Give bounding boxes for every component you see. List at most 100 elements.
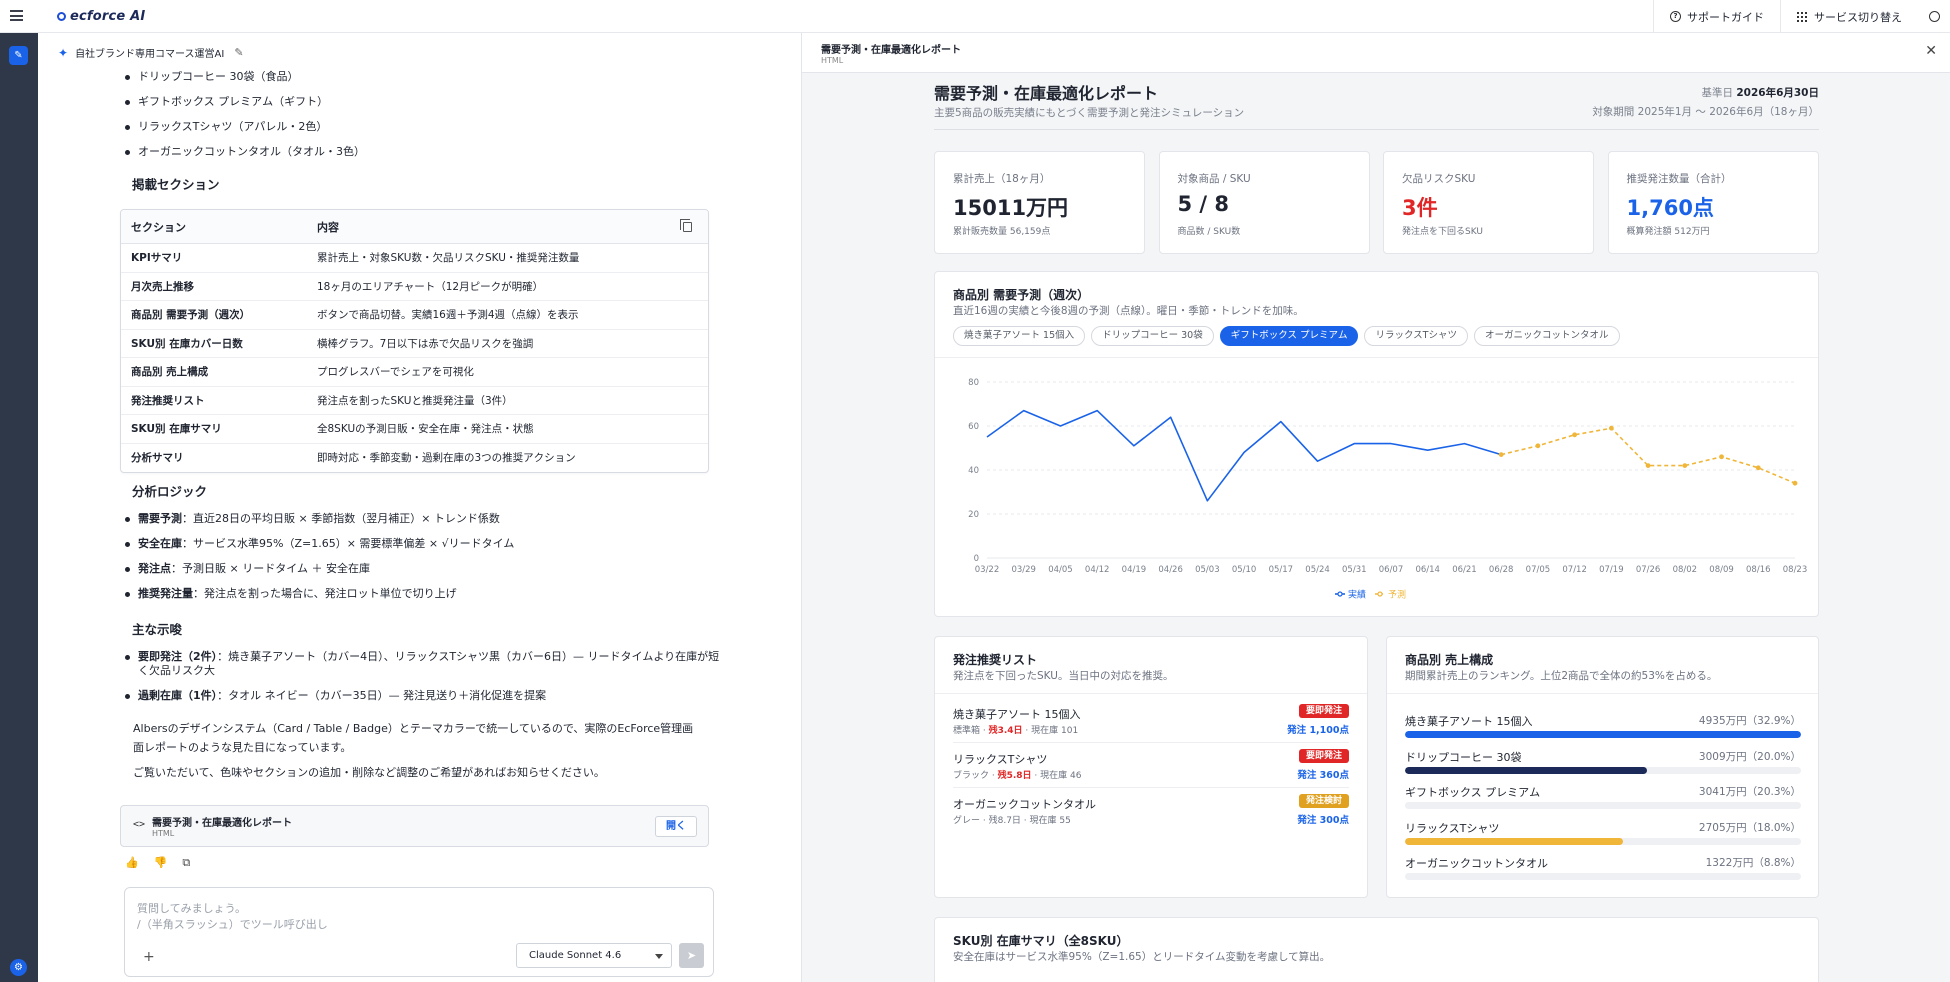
artifact-card[interactable]: <> 需要予測・在庫最適化レポート HTML 開く <box>120 805 709 847</box>
share-item-value: 4935万円（32.9%） <box>1698 715 1801 727</box>
tab-product[interactable]: ドリップコーヒー 30袋 <box>1091 326 1214 346</box>
x-tick-label: 04/19 <box>1122 565 1147 575</box>
x-tick-label: 06/28 <box>1489 565 1514 575</box>
share-item: オーガニックコットンタオル 1322万円（8.8%） <box>1405 855 1801 889</box>
share-item-value: 3009万円（20.0%） <box>1698 750 1801 763</box>
list-item-text: ：タオル ネイビー（カバー35日）— 発注見送り＋消化促進を提案 <box>217 689 547 702</box>
reorder-item-meta: グレー · 残8.7日 · 現在庫 55 <box>953 813 1071 826</box>
list-item-key: 発注点 <box>138 562 171 575</box>
table-row: 分析サマリ 即時対応・季節変動・過剰在庫の3つの推奨アクション <box>121 444 708 473</box>
legend-label: 実績 <box>1348 589 1366 601</box>
table-row: 商品別 需要予測（週次） ボタンで商品切替。実績16週＋予測4週（点線）を表示 <box>121 301 708 330</box>
cover-days: 残5.8日 <box>997 771 1032 781</box>
list-item-key: 過剰在庫（1件） <box>138 689 218 702</box>
edit-title-icon[interactable]: ✎ <box>234 46 243 59</box>
chat-input[interactable]: 質問してみましょう。 /（半角スラッシュ）でツール呼び出し + Claude So… <box>124 887 714 977</box>
reorder-qty: 発注 1,100点 <box>1287 725 1349 736</box>
sparkle-icon: ✦ <box>58 45 69 60</box>
thumbs-up-icon[interactable]: 👍 <box>125 856 139 870</box>
app-logo[interactable]: ecforce AI <box>57 9 145 24</box>
kpi-label: 推奨発注数量（合計） <box>1626 173 1732 185</box>
forecast-subtitle: 直近16週の実績と今後8週の予測（点線）。曜日・季節・トレンドを加味。 <box>953 305 1304 317</box>
cover-days: 残3.4日 <box>988 726 1023 736</box>
chat-pane: ✦ 自社ブランド専用コマース運営AI ✎ ドリップコーヒー 30袋（食品） ギフ… <box>38 33 835 982</box>
insights-heading: 主な示唆 <box>132 622 183 637</box>
share-item: ドリップコーヒー 30袋 3009万円（20.0%） <box>1405 749 1801 783</box>
placeholder-line: 質問してみましょう。 <box>137 902 247 915</box>
send-icon[interactable]: ➤ <box>679 943 704 968</box>
chat-message-bottom: 分析ロジック 需要予測：直近28日の平均日販 × 季節指数（翌月補正）× トレン… <box>120 481 720 782</box>
reorder-item-name: オーガニックコットンタオル <box>953 798 1096 811</box>
model-select[interactable]: Claude Sonnet 4.6 <box>516 943 672 968</box>
section-name: KPIサマリ <box>131 252 183 265</box>
x-tick-label: 05/10 <box>1232 565 1257 575</box>
report-subtitle: 主要5商品の販売実績にもとづく需要予測と発注シミュレーション <box>934 107 1245 119</box>
product-tabs: 焼き菓子アソート 15個入 ドリップコーヒー 30袋 ギフトボックス プレミアム リラ… <box>953 326 1620 346</box>
closing-paragraph: Albersのデザインシステム（Card / Table / Badge）とテー… <box>133 722 694 754</box>
share-item-value: 1322万円（8.8%） <box>1705 857 1801 869</box>
copy-message-icon[interactable]: ⧉ <box>182 856 190 870</box>
separator: · <box>1020 816 1030 826</box>
close-icon[interactable]: ✕ <box>1925 43 1937 59</box>
kpi-value: 1,760点 <box>1626 196 1714 220</box>
attach-plus-icon[interactable]: + <box>143 949 155 965</box>
table-header: セクション 内容 <box>121 210 708 244</box>
share-item-name: ドリップコーヒー 30袋 <box>1405 750 1522 764</box>
section-content: 発注点を割ったSKUと推奨発注量（3件） <box>317 394 513 407</box>
reorder-qty: 発注 300点 <box>1297 815 1349 826</box>
section-content: 全8SKUの予測日販・安全在庫・発注点・状態 <box>317 423 534 436</box>
data-point <box>1792 480 1798 486</box>
tab-product[interactable]: ギフトボックス プレミアム <box>1219 326 1359 346</box>
x-tick-label: 03/22 <box>975 565 1000 575</box>
tab-product[interactable]: リラックスTシャツ <box>1364 326 1468 346</box>
forecast-chart: 0 20 40 60 80 03/22 03/29 04/05 04/12 04/19 04/26 0… <box>968 378 1807 601</box>
stock: 現在庫 101 <box>1031 726 1079 736</box>
reorder-item[interactable]: リラックスTシャツ ブラック · 残5.8日 · 現在庫 46 要即発注 発注 360… <box>953 744 1349 788</box>
variant: グレー <box>953 816 981 826</box>
new-chat-icon[interactable]: ✎ <box>9 46 28 65</box>
legend-label: 予測 <box>1388 589 1406 601</box>
report-panel-header: 需要予測・在庫最適化レポート HTML ✕ <box>802 33 1950 73</box>
share-item-name: リラックスTシャツ <box>1405 821 1500 835</box>
date-value: 2026年6月30日 <box>1736 87 1819 99</box>
chat-header: ✦ 自社ブランド専用コマース運営AI ✎ <box>58 45 244 61</box>
list-item-key: 需要予測 <box>138 512 182 525</box>
reorder-item[interactable]: オーガニックコットンタオル グレー · 残8.7日 · 現在庫 55 発注検討 発注 … <box>953 789 1349 833</box>
separator: · <box>980 816 989 826</box>
list-item-key: 推奨発注量 <box>138 587 193 600</box>
list-item: 発注点：予測日販 × リードタイム ＋ 安全在庫 <box>120 562 720 576</box>
service-switch-button[interactable]: サービス切り替え <box>1780 0 1918 33</box>
settings-gear-icon[interactable]: ⚙ <box>10 959 27 976</box>
menu-icon[interactable] <box>10 10 23 21</box>
share-subtitle: 期間累計売上のランキング。上位2商品で全体の約53%を占める。 <box>1405 670 1718 682</box>
separator: · <box>1031 771 1041 781</box>
reorder-item[interactable]: 焼き菓子アソート 15個入 標準箱 · 残3.4日 · 現在庫 101 要即発注 発注… <box>953 699 1349 743</box>
thumbs-down-icon[interactable]: 👎 <box>154 856 168 870</box>
closing-paragraph: ご覧いただいて、色味やセクションの追加・削除など調整のご希望があればお知らせくだ… <box>133 766 605 779</box>
share-item: リラックスTシャツ 2705万円（18.0%） <box>1405 820 1801 854</box>
list-item-key: 安全在庫 <box>138 537 182 550</box>
variant: 標準箱 <box>953 726 981 736</box>
tab-product[interactable]: オーガニックコットンタオル <box>1474 326 1620 346</box>
data-point <box>1535 443 1541 449</box>
share-item-name: ギフトボックス プレミアム <box>1405 786 1541 799</box>
x-tick-label: 07/26 <box>1636 565 1661 575</box>
reorder-item-name: 焼き菓子アソート 15個入 <box>953 708 1081 721</box>
copy-icon[interactable] <box>680 219 692 232</box>
share-title: 商品別 売上構成 <box>1405 653 1494 667</box>
list-item-key: 要即発注（2件） <box>138 650 218 663</box>
report-pane: 需要予測・在庫最適化レポート HTML ✕ 需要予測・在庫最適化レポート 主要5… <box>801 33 1950 982</box>
user-icon[interactable] <box>1918 0 1950 33</box>
share-item: 焼き菓子アソート 15個入 4935万円（32.9%） <box>1405 713 1801 747</box>
x-tick-label: 07/05 <box>1526 565 1551 575</box>
support-guide-button[interactable]: ? サポートガイド <box>1653 0 1780 33</box>
open-artifact-button[interactable]: 開く <box>655 816 697 837</box>
x-tick-label: 05/17 <box>1269 565 1294 575</box>
x-tick-label: 07/12 <box>1562 565 1587 575</box>
status-badge: 要即発注 <box>1298 749 1349 763</box>
series-line-actual <box>986 409 1502 502</box>
list-item: 安全在庫：サービス水準95%（Z=1.65）× 需要標準偏差 × √リードタイム <box>120 537 720 551</box>
tab-product[interactable]: 焼き菓子アソート 15個入 <box>953 326 1086 346</box>
progress-fill <box>1405 837 1623 845</box>
logo-mark <box>57 12 66 21</box>
